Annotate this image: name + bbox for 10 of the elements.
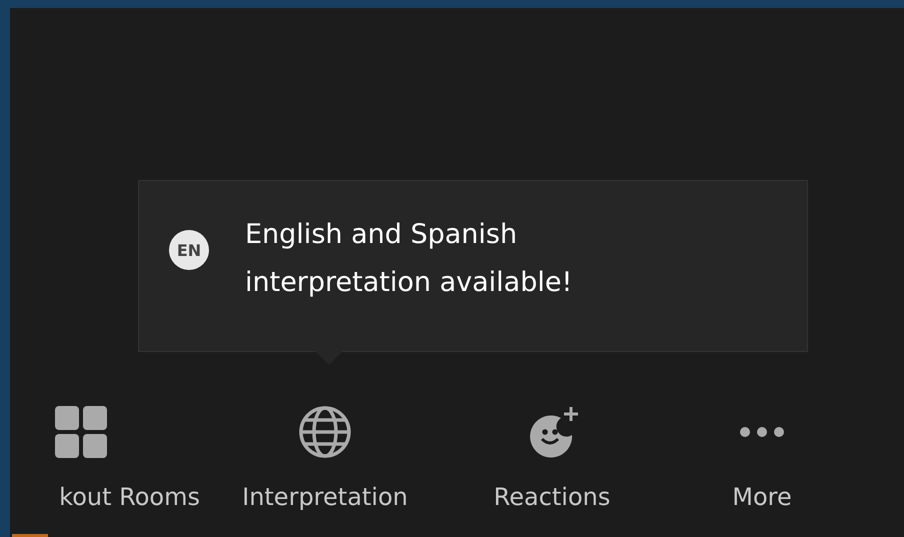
toolbar-button[interactable]: Reactions (450, 400, 654, 535)
toolbar-button[interactable]: kout Rooms (10, 400, 200, 535)
more-icon (740, 427, 784, 437)
toolbar-button[interactable]: Interpretation (200, 400, 450, 535)
grid-icon (54, 405, 108, 459)
globe-icon (298, 405, 352, 459)
active-indicator (12, 534, 48, 537)
toolbar-button[interactable]: More (654, 400, 870, 535)
tooltip-message: English and Spanish interpretation available! (245, 218, 572, 300)
language-badge: EN (169, 230, 209, 270)
